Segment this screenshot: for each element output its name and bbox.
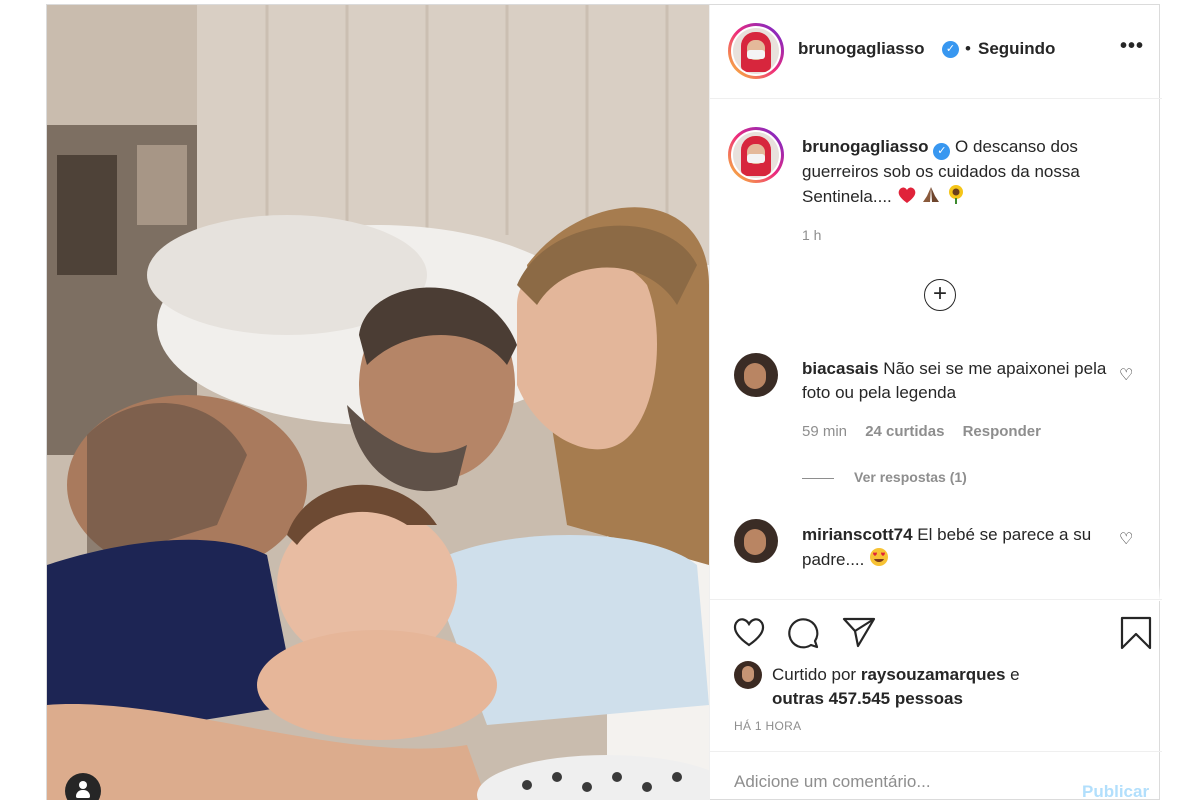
heart-eyes-icon xyxy=(869,547,889,574)
comment-likes[interactable]: 24 curtidas xyxy=(865,423,944,440)
commenter-avatar[interactable] xyxy=(734,353,778,397)
post-timestamp: HÁ 1 HORA xyxy=(734,719,802,733)
post-header: brunogagliasso ✓ • Seguindo ••• xyxy=(710,5,1162,99)
comment-username[interactable]: mirianscott74 xyxy=(802,525,913,544)
caption-time: 1 h xyxy=(802,227,822,243)
comment-time: 59 min xyxy=(802,423,848,440)
following-button[interactable]: Seguindo xyxy=(978,39,1055,59)
separator-dot: • xyxy=(965,39,971,58)
commenter-avatar[interactable] xyxy=(734,519,778,563)
author-username[interactable]: brunogagliasso xyxy=(798,39,925,59)
user-icon xyxy=(79,781,87,789)
author-avatar[interactable] xyxy=(728,23,784,79)
more-options-icon[interactable]: ••• xyxy=(1120,35,1144,58)
comment-text: biacasais Não sei se me apaixonei pela f… xyxy=(802,357,1107,405)
verified-badge-icon: ✓ xyxy=(942,41,959,58)
likes-summary[interactable]: Curtido por raysouzamarques e outras 457… xyxy=(772,663,1132,711)
post-photo[interactable] xyxy=(47,5,709,800)
liked-by-avatar[interactable] xyxy=(734,661,762,689)
comment-meta: 59 min 24 curtidas Responder xyxy=(802,423,1055,440)
publish-button[interactable]: Publicar xyxy=(1082,782,1149,800)
share-send-icon[interactable] xyxy=(842,616,876,653)
post-card: brunogagliasso ✓ • Seguindo ••• brunogag… xyxy=(46,4,1162,800)
caption-author-avatar[interactable] xyxy=(728,127,784,183)
caption-username[interactable]: brunogagliasso xyxy=(802,137,929,156)
comment-input[interactable] xyxy=(734,772,1054,792)
like-comment-heart-icon[interactable]: ♡ xyxy=(1119,529,1133,549)
load-more-comments-button[interactable]: + xyxy=(924,279,956,311)
view-replies-button[interactable]: Ver respostas (1) xyxy=(802,469,967,485)
reply-button[interactable]: Responder xyxy=(963,423,1041,440)
like-comment-heart-icon[interactable]: ♡ xyxy=(1119,365,1133,385)
liked-by-username[interactable]: raysouzamarques xyxy=(861,665,1006,684)
family-photo-illustration xyxy=(47,5,709,800)
comment-text: mirianscott74 El bebé se parece a su pad… xyxy=(802,523,1107,574)
comment-bubble-icon[interactable] xyxy=(786,616,820,655)
sunflower-icon xyxy=(946,184,966,211)
comment-username[interactable]: biacasais xyxy=(802,359,879,378)
folded-hands-icon xyxy=(921,186,941,211)
red-heart-icon xyxy=(897,186,917,211)
verified-badge-icon: ✓ xyxy=(933,143,951,160)
post-details-panel: brunogagliasso ✓ • Seguindo ••• brunogag… xyxy=(709,5,1162,800)
add-comment-bar: Publicar xyxy=(710,751,1162,800)
like-heart-icon[interactable] xyxy=(732,616,766,653)
post-caption: brunogagliasso ✓ O descanso dos guerreir… xyxy=(802,135,1132,211)
save-bookmark-icon[interactable] xyxy=(1120,616,1152,655)
likes-count[interactable]: outras 457.545 pessoas xyxy=(772,689,963,708)
